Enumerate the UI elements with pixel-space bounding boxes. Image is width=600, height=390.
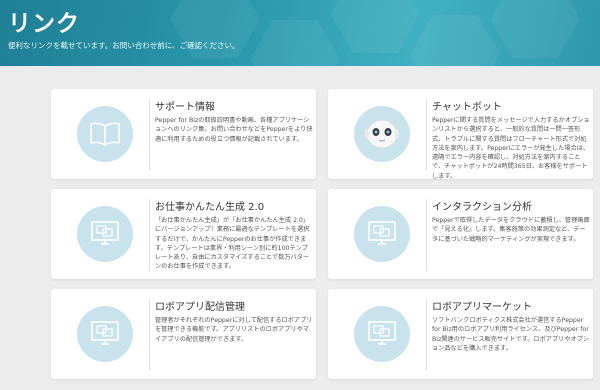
- page-title: リンク: [8, 11, 80, 37]
- monitor-icon: [77, 206, 133, 262]
- header-hex-decoration: [410, 15, 500, 66]
- card-divider: [149, 99, 150, 171]
- card-description: 「お仕事かんたん生成」が「お仕事かんたん生成 2.0」にバージョンアップ！業務に…: [155, 217, 310, 271]
- monitor-icon: [354, 306, 410, 362]
- card-divider: [426, 299, 427, 371]
- card-title[interactable]: ロボアプリマーケット: [432, 298, 532, 313]
- monitor-icon: [354, 206, 410, 262]
- link-card-interaction-analysis[interactable]: インタラクション分析 Pepperで取得したデータをクラウドに蓄積し、管理画面で…: [328, 189, 593, 279]
- header-hex-decoration: [330, 0, 420, 53]
- card-description: 管理者がそれぞれのPepperに対して配信するロボアプリを管理できる機能です。ア…: [155, 317, 313, 343]
- link-card-chatbot[interactable]: チャットボット Pepperに関する質問をメッセージで入力するかオプションリスト…: [328, 89, 593, 180]
- page-subtitle: 便利なリンクを載せています。お問い合わせ前に、ご確認ください。: [8, 41, 240, 50]
- pepper-robot-icon: [354, 106, 410, 162]
- card-description: Pepper for Bizの取扱説明書や動画、各種アプリケーションへのリンク集…: [155, 117, 313, 143]
- card-divider: [426, 99, 427, 171]
- card-title[interactable]: ロボアプリ配信管理: [155, 298, 245, 313]
- card-title[interactable]: チャットボット: [432, 98, 502, 113]
- card-title[interactable]: お仕事かんたん生成 2.0: [155, 198, 264, 213]
- page-header: リンク 便利なリンクを載せています。お問い合わせ前に、ご確認ください。: [0, 0, 600, 66]
- header-hex-decoration: [490, 0, 580, 58]
- link-card-robo-app-distribution[interactable]: ロボアプリ配信管理 管理者がそれぞれのPepperに対して配信するロボアプリを管…: [51, 289, 316, 379]
- card-description: ソフトバンクロボティクス株式会社が運営するPepper for Biz用のロボア…: [432, 317, 590, 352]
- card-divider: [426, 199, 427, 271]
- card-description: Pepperで取得したデータをクラウドに蓄積し、管理画面で「見える化」します。集…: [432, 217, 590, 243]
- header-hex-decoration: [250, 20, 340, 66]
- book-icon: [77, 106, 133, 162]
- card-title[interactable]: サポート情報: [155, 98, 215, 113]
- link-card-robo-app-market[interactable]: ロボアプリマーケット ソフトバンクロボティクス株式会社が運営するPepper f…: [328, 289, 593, 379]
- monitor-icon: [77, 306, 133, 362]
- card-title[interactable]: インタラクション分析: [432, 198, 532, 213]
- card-divider: [149, 299, 150, 371]
- card-divider: [149, 199, 150, 271]
- card-description: Pepperに関する質問をメッセージで入力するかオプションリストから選択すると、…: [432, 117, 590, 180]
- link-card-job-generator[interactable]: お仕事かんたん生成 2.0 「お仕事かんたん生成」が「お仕事かんたん生成 2.0…: [51, 189, 316, 279]
- link-card-support[interactable]: サポート情報 Pepper for Bizの取扱説明書や動画、各種アプリケーショ…: [51, 89, 316, 179]
